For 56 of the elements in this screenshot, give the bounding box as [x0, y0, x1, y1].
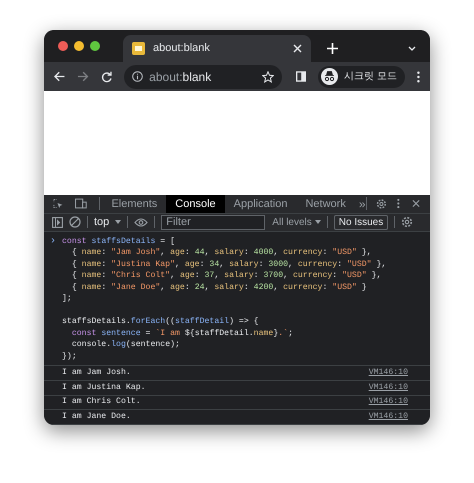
issues-button[interactable]: No Issues	[334, 214, 388, 230]
source-link[interactable]: VM146:10	[368, 382, 408, 394]
code-line: const staffsDetails = [	[62, 236, 176, 248]
tab-title: about:blank	[153, 41, 211, 56]
side-panel-icon[interactable]	[296, 71, 306, 82]
sidebar-toggle-icon[interactable]	[52, 216, 63, 228]
profile-label: 시크릿 모드	[344, 70, 398, 84]
clear-console-icon[interactable]	[69, 216, 81, 228]
new-tab-icon[interactable]	[327, 43, 338, 54]
dropdown-triangle-icon	[115, 220, 122, 224]
settings-icon[interactable]	[401, 216, 414, 228]
forward-arrow-icon[interactable]	[77, 71, 89, 82]
prompt-chevron: ›	[48, 236, 57, 249]
source-link[interactable]: VM146:10	[368, 410, 408, 424]
context-dropdown[interactable]: top	[94, 214, 122, 231]
settings-icon[interactable]	[376, 198, 388, 210]
code-line: { name: "Jam Josh", age: 44, salary: 4000, currency: "USD" },	[70, 247, 373, 259]
close-icon[interactable]	[412, 199, 420, 208]
source-link[interactable]: VM146:10	[368, 366, 408, 380]
address-bar[interactable]: about:blank	[124, 64, 282, 89]
eye-icon[interactable]	[134, 218, 148, 227]
devtools-tab[interactable]: Console	[166, 194, 225, 213]
star-icon[interactable]	[262, 70, 274, 83]
code-line: staffsDetails.forEach((staffDetail) => {	[62, 316, 260, 328]
dropdown-triangle-icon	[314, 220, 321, 224]
url-text: about:blank	[149, 68, 212, 86]
device-toolbar-icon[interactable]	[74, 198, 87, 210]
log-message: I am Justina Kap.	[62, 382, 146, 394]
code-line: { name: "Chris Colt", age: 37, salary: 3700, currency: "USD" },	[70, 270, 382, 282]
more-vertical-icon[interactable]	[397, 198, 400, 210]
code-line: const sentence = `I am ${staffDetail.name}.`;	[70, 328, 294, 340]
back-arrow-icon[interactable]	[54, 71, 66, 82]
devtools-tab[interactable]: Elements	[102, 194, 166, 213]
page-icon	[132, 42, 145, 55]
log-message: I am Chris Colt.	[62, 396, 141, 408]
more-tabs-chevron[interactable]: »	[358, 194, 366, 213]
info-icon[interactable]	[132, 71, 144, 82]
log-message: I am Jane Doe.	[62, 410, 131, 423]
code-line: ];	[62, 293, 73, 305]
devtools-tab[interactable]: Application	[224, 194, 296, 213]
devtools-tab[interactable]: Network	[296, 194, 355, 213]
code-line: console.log(sentence);	[70, 339, 181, 351]
code-line: { name: "Justina Kap", age: 34, salary: 3000, currency: "USD" },	[70, 258, 386, 270]
filter-input[interactable]: Filter	[161, 214, 266, 230]
incognito-profile-button[interactable]: 시크릿 모드	[318, 66, 406, 88]
reload-icon[interactable]	[100, 70, 112, 83]
inspect-element-icon[interactable]	[53, 198, 63, 210]
incognito-icon	[320, 68, 338, 86]
log-levels-dropdown[interactable]: All levels	[272, 214, 321, 230]
browser-tab[interactable]: about:blank	[123, 35, 311, 62]
log-message: I am Jam Josh.	[62, 366, 131, 379]
code-line: { name: "Jane Doe", age: 24, salary: 4200, currency: "USD" }	[70, 282, 368, 294]
more-vertical-icon[interactable]	[417, 70, 420, 83]
chevron-down-icon[interactable]	[408, 46, 416, 51]
code-line: });	[62, 350, 78, 362]
source-link[interactable]: VM146:10	[368, 396, 408, 409]
